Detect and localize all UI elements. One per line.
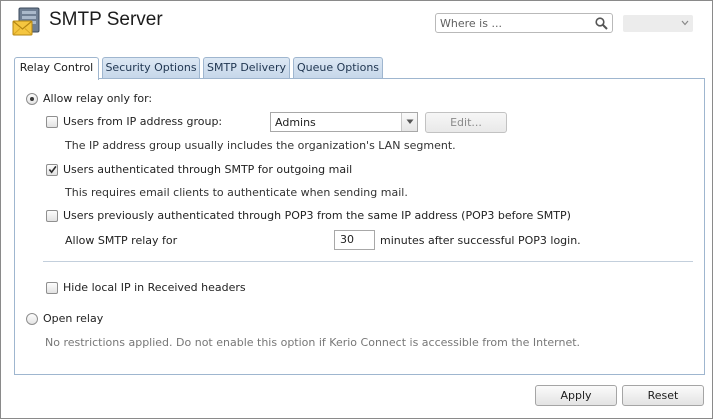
pop3-label: Users previously authenticated through P… xyxy=(63,209,571,222)
ip-group-select[interactable]: Admins xyxy=(270,112,418,132)
hide-ip-checkbox[interactable] xyxy=(46,282,58,294)
header: SMTP Server xyxy=(1,1,712,45)
mail-server-icon xyxy=(12,7,40,36)
tab-queue-options[interactable]: Queue Options xyxy=(293,57,383,79)
ip-group-hint: The IP address group usually includes th… xyxy=(65,139,456,152)
chevron-down-icon[interactable] xyxy=(681,19,689,27)
tab-smtp-delivery[interactable]: SMTP Delivery xyxy=(203,57,290,79)
smtp-auth-hint: This requires email clients to authentic… xyxy=(65,186,408,199)
hide-ip-label: Hide local IP in Received headers xyxy=(63,281,246,294)
allow-smtp-relay-label: Allow SMTP relay for xyxy=(65,234,178,247)
search-box[interactable] xyxy=(435,13,613,33)
ip-group-checkbox[interactable] xyxy=(46,116,58,128)
dropdown-button[interactable] xyxy=(401,113,417,131)
search-icon[interactable] xyxy=(595,17,608,30)
smtp-server-window: SMTP Server Relay Control Security Optio… xyxy=(0,0,713,419)
apply-button[interactable]: Apply xyxy=(535,385,617,406)
minutes-input[interactable]: 30 xyxy=(334,230,375,250)
reset-button[interactable]: Reset xyxy=(622,385,704,406)
ip-group-label: Users from IP address group: xyxy=(63,115,223,128)
page-title: SMTP Server xyxy=(49,9,163,30)
open-relay-label: Open relay xyxy=(43,312,104,325)
allow-relay-only-radio[interactable] xyxy=(26,93,38,105)
divider xyxy=(43,261,693,262)
ip-group-value: Admins xyxy=(275,116,316,129)
checkmark-icon xyxy=(48,165,57,174)
smtp-auth-checkbox[interactable] xyxy=(46,164,58,176)
minutes-suffix-label: minutes after successful POP3 login. xyxy=(380,234,581,247)
smtp-auth-label: Users authenticated through SMTP for out… xyxy=(63,163,353,176)
search-input[interactable] xyxy=(440,16,590,31)
edit-button[interactable]: Edit... xyxy=(425,112,507,133)
open-relay-radio[interactable] xyxy=(26,313,38,325)
pop3-checkbox[interactable] xyxy=(46,210,58,222)
chevron-down-icon xyxy=(406,119,414,124)
open-relay-hint: No restrictions applied. Do not enable t… xyxy=(45,336,581,349)
tab-security-options[interactable]: Security Options xyxy=(102,57,200,79)
allow-relay-only-label: Allow relay only for: xyxy=(43,92,153,105)
tab-relay-control[interactable]: Relay Control xyxy=(14,57,99,80)
